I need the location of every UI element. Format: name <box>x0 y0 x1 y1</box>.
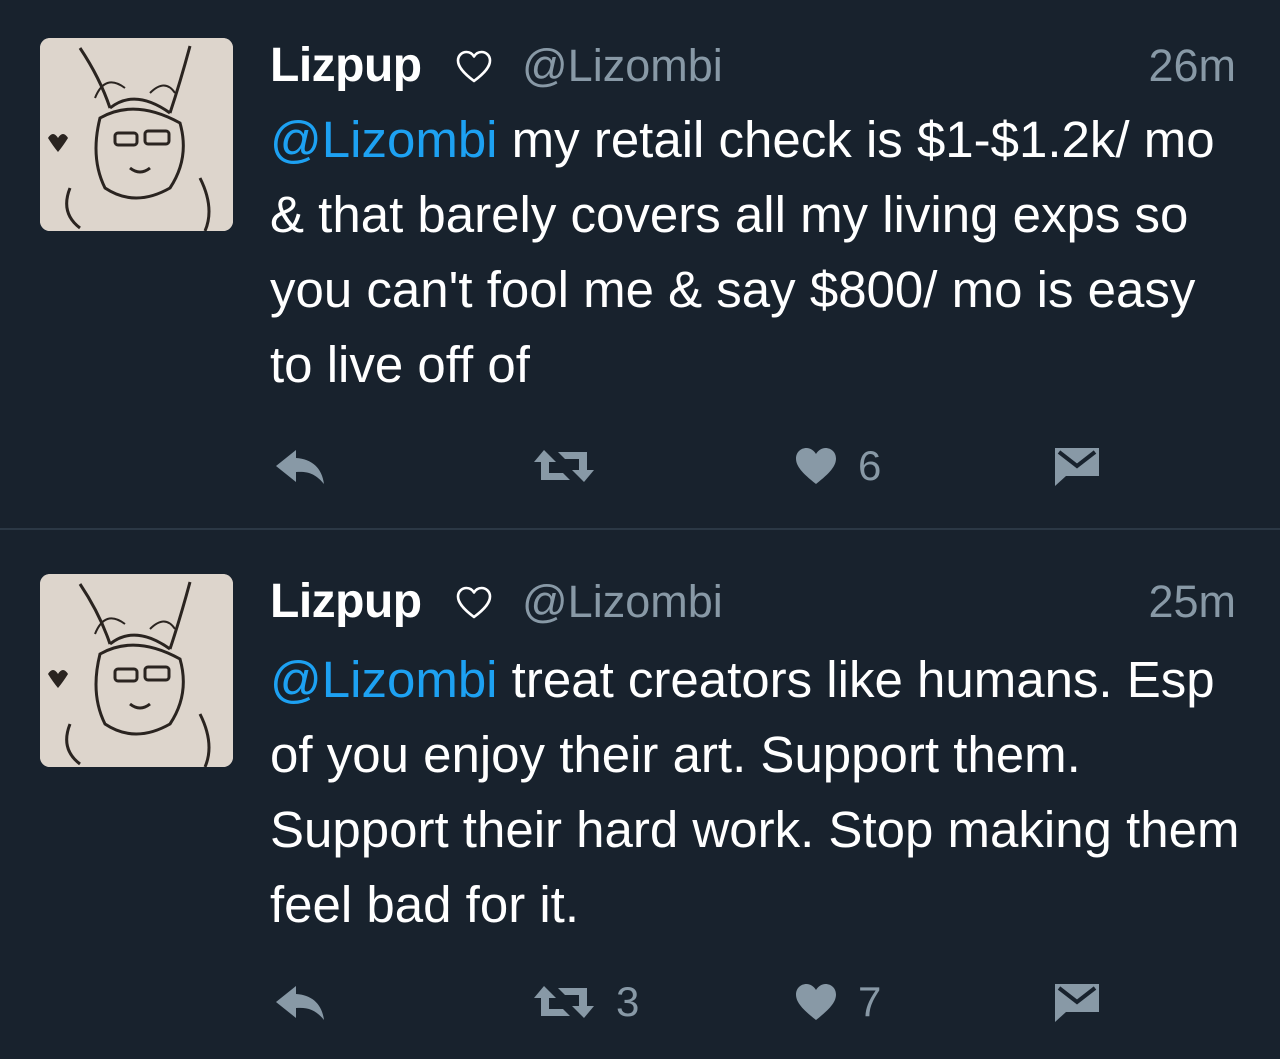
direct-message-button[interactable] <box>1052 436 1102 496</box>
envelope-icon <box>1055 448 1099 486</box>
mention-link[interactable]: @Lizombi <box>270 651 498 708</box>
reply-button[interactable] <box>274 436 326 496</box>
tweet-text: @Lizombi my retail check is $1-$1.2k/ mo… <box>270 102 1250 402</box>
envelope-icon <box>1055 984 1099 1022</box>
heart-outline-icon <box>456 586 492 620</box>
tweet-actions: 6 <box>270 436 1170 496</box>
tweet-text: @Lizombi treat creators like humans. Esp… <box>270 642 1250 942</box>
like-count: 6 <box>858 442 882 489</box>
author-name[interactable]: Lizpup <box>270 572 422 632</box>
tweet-actions: 3 7 <box>270 972 1170 1032</box>
author-handle[interactable]: @Lizombi <box>522 572 723 632</box>
author-handle[interactable]: @Lizombi <box>522 36 723 96</box>
retweet-button[interactable]: 3 <box>532 972 639 1032</box>
retweet-icon <box>534 450 594 482</box>
author-name[interactable]: Lizpup <box>270 36 422 96</box>
like-button[interactable]: 7 <box>794 972 881 1032</box>
reply-icon <box>276 986 324 1020</box>
heart-icon <box>796 984 836 1020</box>
reply-button[interactable] <box>274 972 326 1032</box>
timestamp[interactable]: 26m <box>1148 36 1236 96</box>
mention-link[interactable]: @Lizombi <box>270 111 498 168</box>
direct-message-button[interactable] <box>1052 972 1102 1032</box>
avatar-image <box>40 38 233 231</box>
like-button[interactable]: 6 <box>794 436 881 496</box>
heart-icon <box>796 448 836 484</box>
retweet-count: 3 <box>616 978 640 1025</box>
tweet[interactable]: Lizpup @Lizombi 26m @Lizombi my retail c… <box>0 0 1280 528</box>
timestamp[interactable]: 25m <box>1148 572 1236 632</box>
retweet-icon <box>534 986 594 1018</box>
reply-icon <box>276 450 324 484</box>
like-count: 7 <box>858 978 882 1025</box>
heart-outline-icon <box>456 50 492 84</box>
tweet[interactable]: Lizpup @Lizombi 25m @Lizombi treat creat… <box>0 529 1280 1059</box>
avatar-image <box>40 574 233 767</box>
tweet-header: Lizpup @Lizombi 26m <box>270 36 1240 96</box>
avatar[interactable] <box>40 574 233 767</box>
tweet-header: Lizpup @Lizombi 25m <box>270 572 1240 632</box>
retweet-button[interactable] <box>532 436 616 496</box>
avatar[interactable] <box>40 38 233 231</box>
